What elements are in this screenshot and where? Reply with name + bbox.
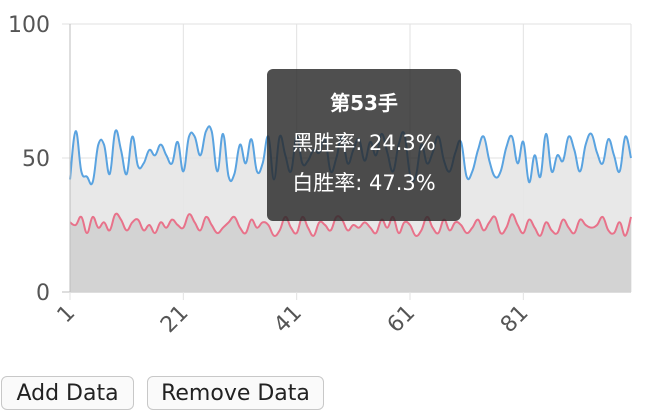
chart-area: 0 50 100 1 21 41 61 81 第53手 黑胜率: 24.3% 白胜率: 47.… xyxy=(0,0,652,360)
x-tick-label: 1 xyxy=(53,301,81,329)
remove-data-button[interactable]: Remove Data xyxy=(147,376,324,410)
tooltip-white-winrate: 白胜率: 47.3% xyxy=(292,171,436,195)
x-tick-label: 61 xyxy=(383,301,420,338)
y-tick-label: 0 xyxy=(36,281,50,306)
chart-tooltip: 第53手 黑胜率: 24.3% 白胜率: 47.3% xyxy=(267,69,461,221)
x-tick-label: 41 xyxy=(269,301,306,338)
y-tick-label: 50 xyxy=(22,147,50,172)
add-data-button[interactable]: Add Data xyxy=(1,376,134,410)
x-tick-label: 81 xyxy=(496,301,533,338)
tooltip-title: 第53手 xyxy=(330,91,398,115)
x-tick-label: 21 xyxy=(156,301,193,338)
tooltip-black-winrate: 黑胜率: 24.3% xyxy=(292,131,436,155)
y-tick-label: 100 xyxy=(8,13,50,38)
